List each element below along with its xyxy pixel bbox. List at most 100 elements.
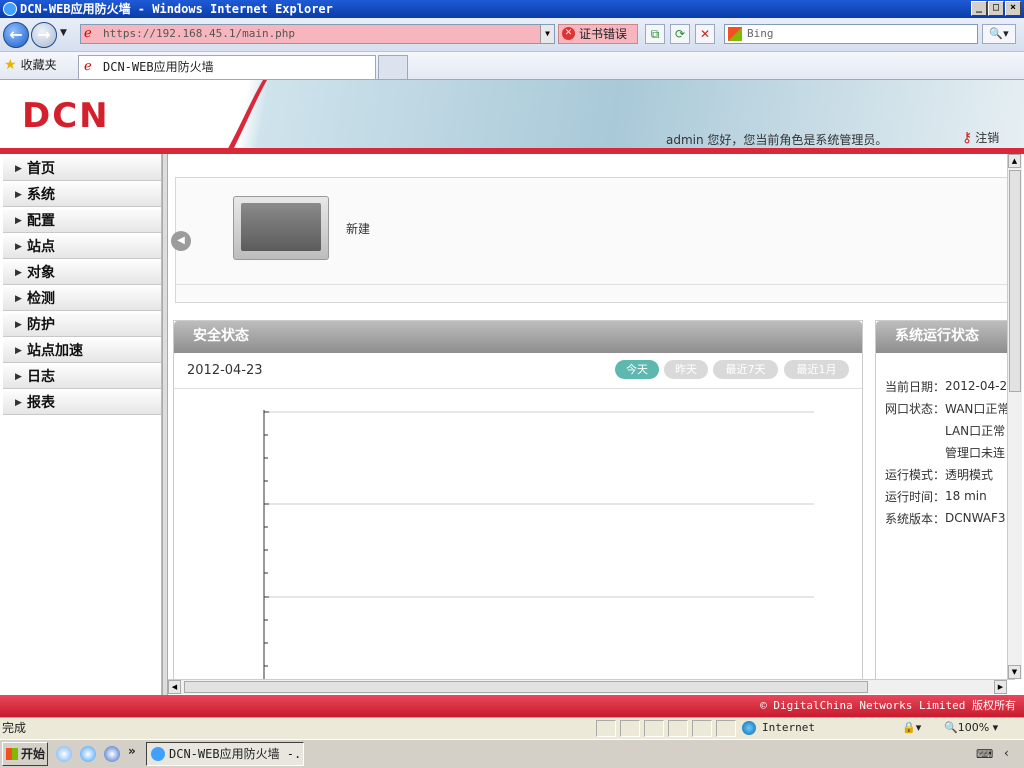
quicklaunch-app-icon[interactable] [80,746,96,762]
sidebar-item-home[interactable]: ▶ 首页 [3,157,161,181]
back-button[interactable]: ← [3,22,29,48]
sidebar-item-logs[interactable]: ▶ 日志 [3,365,161,389]
triangle-right-icon: ▶ [15,164,22,174]
window-titlebar: DCN-WEB应用防火墙 - Windows Internet Explorer… [0,0,1024,18]
vertical-scroll-thumb[interactable] [1009,170,1021,392]
security-date: 2012-04-23 [187,363,263,378]
divider [174,388,862,389]
range-1month-button[interactable]: 最近1月 [784,360,849,379]
taskbar-item-label: DCN-WEB应用防火墙 -... [169,747,304,761]
triangle-right-icon: ▶ [15,294,22,304]
sidebar-item-protection[interactable]: ▶ 防护 [3,313,161,337]
scroll-left-icon[interactable]: ◀ [168,680,181,694]
sidebar-item-label: 系统 [27,187,55,203]
tray-expand-icon[interactable]: ‹ [1004,746,1009,760]
address-dropdown-icon[interactable]: ▼ [540,25,554,43]
sidebar-item-label: 站点加速 [27,343,83,359]
range-7days-button[interactable]: 最近7天 [713,360,778,379]
window-title: DCN-WEB应用防火墙 - Windows Internet Explorer [20,2,333,16]
sidebar-item-detection[interactable]: ▶ 检测 [3,287,161,311]
browser-tab[interactable]: ℯ DCN-WEB应用防火墙 [78,55,376,79]
ie-icon [3,2,17,16]
quicklaunch-ie-icon[interactable] [56,746,72,762]
sidebar-item-label: 配置 [27,213,55,229]
triangle-right-icon: ▶ [15,216,22,226]
logout-label: 注销 [975,131,1000,145]
sidebar-item-system[interactable]: ▶ 系统 [3,183,161,207]
history-dropdown-icon[interactable]: ▼ [60,28,67,38]
close-button[interactable]: × [1005,1,1021,16]
windows-taskbar: 开始 » DCN-WEB应用防火墙 -... ⌨ ‹ [0,739,1024,768]
sidebar-item-objects[interactable]: ▶ 对象 [3,261,161,285]
address-input[interactable]: ℯ https://192.168.45.1/main.php ▼ [80,24,555,44]
scroll-down-icon[interactable]: ▼ [1008,665,1021,679]
sidebar-item-label: 检测 [27,291,55,307]
zoom-control[interactable]: 🔍100% ▾ [944,718,998,738]
security-status-title: 安全状态 [174,321,862,353]
horizontal-scrollbar[interactable]: ◀ ▶ [168,679,1007,694]
status-pane [716,720,736,737]
status-pane [620,720,640,737]
sys-value-wan: WAN口正常 [945,402,1007,416]
start-label: 开始 [21,747,46,761]
cert-error-icon: ✕ [562,27,575,40]
scroll-right-icon[interactable]: ▶ [994,680,1007,694]
sidebar-item-acceleration[interactable]: ▶ 站点加速 [3,339,161,363]
sys-value-mgmt: 管理口未连 [945,446,1006,460]
zone-label: Internet [762,721,815,734]
search-button[interactable]: 🔍▾ [982,24,1016,44]
sys-label-version: 系统版本： [885,512,946,526]
range-today-button[interactable]: 今天 [615,360,659,379]
sys-label-uptime: 运行时间： [885,490,946,504]
triangle-right-icon: ▶ [15,320,22,330]
cert-error-button[interactable]: ✕ 证书错误 [558,24,638,44]
header-swoosh [225,80,267,154]
refresh-button[interactable]: ⟳ [670,24,690,44]
horizontal-scroll-thumb[interactable] [184,681,868,693]
bing-icon [728,27,742,41]
ie-icon [151,747,165,761]
search-input[interactable]: Bing [724,24,978,44]
sidebar: ▶ 首页 ▶ 系统 ▶ 配置 ▶ 站点 ▶ 对象 ▶ 检测 ▶ 防护 ▶ 站点加速 ▶ 日志 ▶ 报… [0,154,162,695]
minimize-button[interactable]: _ [971,1,987,16]
sys-value-uptime: 18 min [945,489,987,503]
forward-button[interactable]: → [31,22,57,48]
quicklaunch-more-icon[interactable]: » [128,744,136,758]
scroll-up-icon[interactable]: ▲ [1008,154,1021,168]
stop-button[interactable]: ✕ [695,24,715,44]
app-header: DCN admin 您好，您当前角色是系统管理员。 ⚷ 注销 [0,80,1024,154]
sys-label-mode: 运行模式： [885,468,946,482]
quicklaunch-media-icon[interactable] [104,746,120,762]
sidebar-item-reports[interactable]: ▶ 报表 [3,391,161,415]
keyboard-tray-icon[interactable]: ⌨ [976,747,993,761]
sidebar-item-config[interactable]: ▶ 配置 [3,209,161,233]
sidebar-item-label: 站点 [27,239,55,255]
scroll-left-arrow-icon[interactable]: ◀ [171,231,191,251]
sys-value-version: DCNWAF3 [945,511,1006,525]
windows-logo-icon [6,748,18,760]
taskbar-ie-window[interactable]: DCN-WEB应用防火墙 -... [146,742,304,766]
logout-link[interactable]: ⚷ 注销 [962,129,999,146]
compat-view-icon[interactable]: ⧉ [645,24,665,44]
status-pane [692,720,712,737]
protected-mode-icon[interactable]: 🔒▾ [902,718,921,738]
vertical-scrollbar[interactable]: ▲ ▼ [1007,154,1022,679]
sidebar-item-sites[interactable]: ▶ 站点 [3,235,161,259]
sys-value-date: 2012-04-2 [945,379,1007,393]
favorites-button[interactable]: ★ 收藏夹 [4,57,57,73]
welcome-text: admin 您好，您当前角色是系统管理员。 [666,133,888,147]
new-device-label[interactable]: 新建 [346,220,370,237]
maximize-button[interactable]: □ [988,1,1004,16]
address-text: https://192.168.45.1/main.php [103,27,296,40]
status-pane [596,720,616,737]
globe-icon [742,721,756,735]
triangle-right-icon: ▶ [15,398,22,408]
monitor-icon[interactable] [233,196,329,260]
new-tab-button[interactable] [378,55,408,79]
triangle-right-icon: ▶ [15,190,22,200]
zoom-value: 100% [957,721,990,734]
triangle-right-icon: ▶ [15,242,22,252]
start-button[interactable]: 开始 [2,742,48,766]
sidebar-item-label: 日志 [27,369,55,385]
range-yesterday-button[interactable]: 昨天 [664,360,708,379]
